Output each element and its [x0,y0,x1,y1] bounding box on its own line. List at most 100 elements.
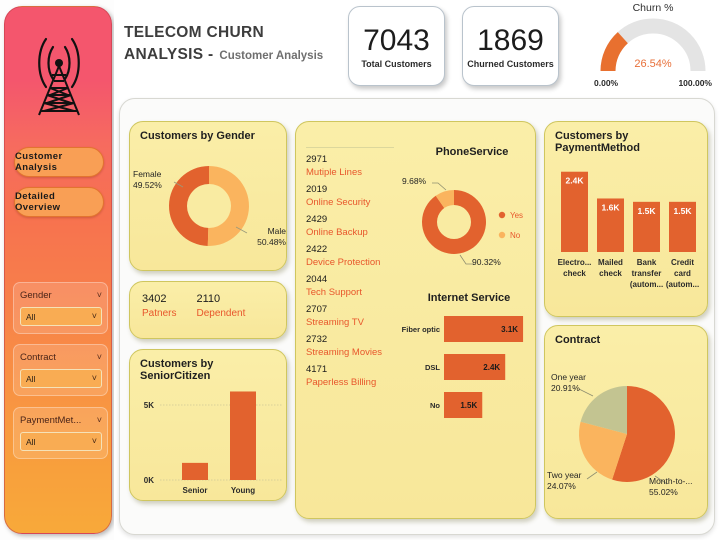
chart-internet-service[interactable]: Fiber optic 3.1K DSL 2.4K No 1.5K [400,308,535,438]
service-metric-label: Streaming TV [306,317,364,328]
svg-text:1.5K: 1.5K [460,401,477,410]
churn-gauge-title: Churn % [632,2,674,14]
partners-stat: 3402 Patners [142,293,176,319]
slicer-contract-dropdown[interactable]: All ˅ [20,369,102,388]
svg-text:Young: Young [231,486,255,495]
svg-text:1.6K: 1.6K [602,202,621,212]
gender-label-female: Female 49.52% [133,169,162,190]
chart-customers-by-paymentmethod[interactable]: 2.4K Electro... check 1.6K Mailed check 1.5K Ba… [545,146,707,316]
svg-text:(autom...: (autom... [630,280,663,289]
service-metric-label: Device Protection [306,257,381,268]
slicer-gender-title: Gender [20,289,52,301]
slicer-gender-header: Gender ˅ [20,287,102,303]
panel-customers-by-paymentmethod: Customers by PaymentMethod 2.4K Electro..… [544,121,708,317]
svg-text:card: card [674,269,691,278]
slicer-contract-header: Contract ˅ [20,349,102,365]
chevron-down-icon[interactable]: ˅ [92,374,97,383]
contract-label-two-year: Two year 24.07% [547,470,582,491]
kpi-total-customers-label: Total Customers [361,58,432,69]
service-metric-value: 4171 [306,364,328,375]
svg-text:transfer: transfer [632,269,662,278]
churn-gauge-value: 26.54% [634,58,672,70]
kpi-total-customers-value: 7043 [363,23,430,57]
churn-gauge-min: 0.00% [594,78,619,88]
svg-text:Fiber optic: Fiber optic [402,325,440,334]
sidebar-nav-detailed-overview[interactable]: Detailed Overview [14,187,104,217]
svg-text:Electro...: Electro... [558,258,592,267]
service-metric-item: 4171 Paperless Billing [306,364,406,389]
svg-text:Senior: Senior [183,486,208,495]
service-metric-label: Paperless Billing [306,377,377,388]
phoneservice-legend-no: No [510,231,521,240]
svg-text:2.4K: 2.4K [483,363,500,372]
slicer-contract-title: Contract [20,351,56,363]
service-metric-value: 2429 [306,214,328,225]
chart-customers-by-gender[interactable]: Female 49.52% Male 50.48% [130,146,286,270]
svg-text:1.5K: 1.5K [674,206,693,216]
chevron-down-icon[interactable]: ˅ [92,312,97,321]
sidebar-nav-customer-analysis[interactable]: Customer Analysis [14,147,104,177]
contract-label-one-year: One year 20.91% [551,372,586,393]
service-metric-item: 2971 Mutiple Lines [306,154,406,179]
panel-contract: Contract One year20.91% Two year24.07% [544,325,708,519]
chevron-down-icon[interactable]: ˅ [97,415,102,425]
chart-customers-by-seniorcitizen[interactable]: 5K 0K Senior Young [130,376,286,500]
chevron-down-icon[interactable]: ˅ [97,290,102,300]
cell-tower-icon [5,15,111,127]
chevron-down-icon[interactable]: ˅ [97,352,102,362]
svg-text:check: check [599,269,622,278]
svg-text:Bank: Bank [637,258,657,267]
dashboard-root: Customer Analysis Detailed Overview Gend… [0,0,720,540]
svg-text:(autom...: (autom... [666,280,699,289]
service-metric-label: Online Backup [306,227,368,238]
metric-list-divider [306,147,394,148]
page-title-subtitle: Customer Analysis [219,50,324,62]
dependent-stat: 2110 Dependent [196,293,245,319]
dependent-value: 2110 [196,293,221,305]
service-metric-value: 2971 [306,154,328,165]
partners-label: Patners [142,308,177,319]
chart-contract[interactable]: One year 20.91% Two year 24.07% Month-to-.… [545,348,707,518]
slicer-gender-value: All [26,311,36,322]
kpi-churned-customers-label: Churned Customers [467,58,554,69]
panel-contract-title: Contract [555,334,601,346]
panel-customers-by-seniorcitizen: Customers by SeniorCitizen 5K 0K Senior You… [129,349,287,501]
page-title-line2: ANALYSIS - Customer Analysis [124,44,323,67]
page-title-main: ANALYSIS - [124,46,214,63]
svg-text:Credit: Credit [671,258,694,267]
slicer-contract-value: All [26,373,36,384]
panel-customers-by-gender-title: Customers by Gender [140,130,255,142]
svg-text:2.4K: 2.4K [566,176,585,186]
phoneservice-label-yes: 90.32% [472,257,501,267]
service-metric-label: Online Security [306,197,371,208]
chart-phoneservice-title: PhoneService [435,146,509,158]
sidebar-nav-customer-analysis-label: Customer Analysis [15,151,63,173]
service-metric-item: 2019 Online Security [306,184,406,209]
phoneservice-label-no: 9.68% [402,176,427,186]
service-metric-item: 2732 Streaming Movies [306,334,406,359]
panel-partners-dependent: 3402 Patners 2110 Dependent [129,281,287,339]
service-metric-item: 2429 Online Backup [306,214,406,239]
service-metric-value: 2044 [306,274,328,285]
slicer-payment-method[interactable]: PaymentMet... ˅ All ˅ [13,407,108,459]
svg-text:1.5K: 1.5K [638,206,657,216]
slicer-gender-dropdown[interactable]: All ˅ [20,307,102,326]
page-title: TELECOM CHURN ANALYSIS - Customer Analys… [124,22,323,67]
page-title-line1: TELECOM CHURN [124,24,264,41]
svg-text:5K: 5K [144,401,154,410]
slicer-gender[interactable]: Gender ˅ All ˅ [13,282,108,334]
slicer-contract[interactable]: Contract ˅ All ˅ [13,344,108,396]
chevron-down-icon[interactable]: ˅ [92,437,97,446]
svg-text:0K: 0K [144,476,154,485]
svg-text:3.1K: 3.1K [501,325,518,334]
slicer-payment-method-title: PaymentMet... [20,414,82,426]
service-metric-list: 2971 Mutiple Lines 2019 Online Security 2429… [306,154,406,394]
contract-label-month-to-month: Month-to-... 55.02% [649,476,693,497]
churn-gauge-max: 100.00% [678,78,712,88]
chart-phoneservice[interactable]: Yes No 9.68% 90.32% [402,160,535,280]
kpi-churned-customers: 1869 Churned Customers [462,6,559,86]
main-area: TELECOM CHURN ANALYSIS - Customer Analys… [114,0,720,540]
chart-internet-service-title: Internet Service [427,292,511,304]
gender-label-male: Male 50.48% [257,226,286,247]
slicer-payment-method-dropdown[interactable]: All ˅ [20,432,102,451]
